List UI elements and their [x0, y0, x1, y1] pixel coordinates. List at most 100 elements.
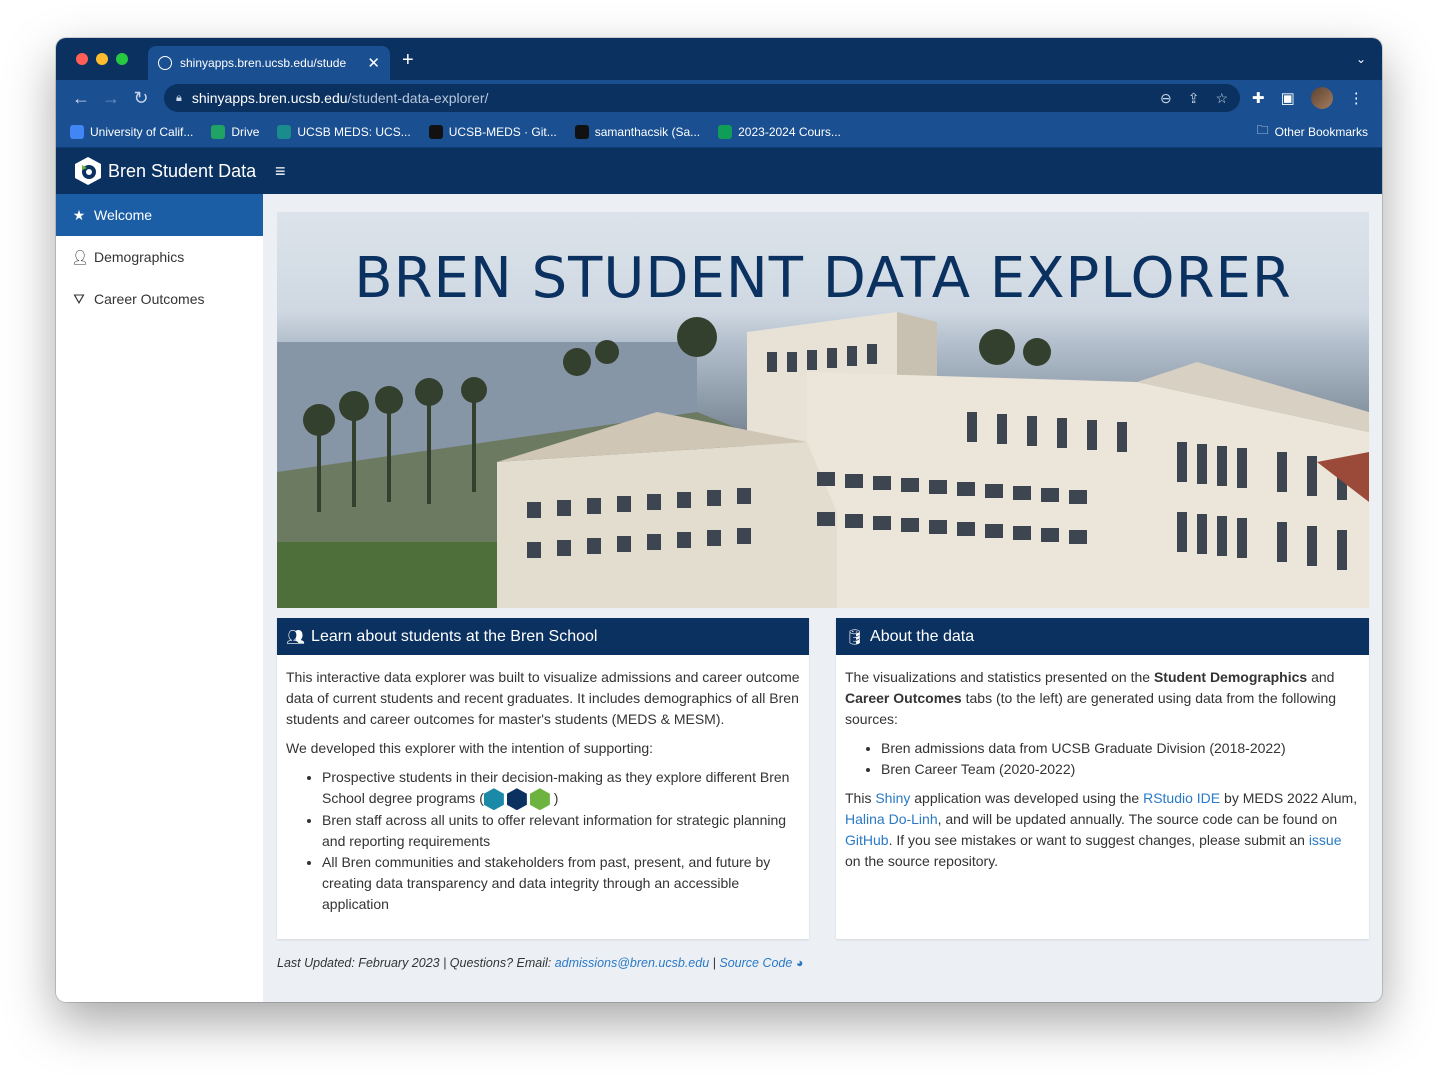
sidebar: ★ Welcome 👤︎ Demographics ⛛ Career Outco…: [56, 194, 263, 1002]
lock-icon: 🔒︎: [176, 91, 182, 104]
footer-separator: |: [709, 956, 720, 971]
bookmark-label: University of Calif...: [90, 124, 194, 139]
sidebar-item-label: Demographics: [94, 249, 185, 265]
bookmark-item[interactable]: samanthacsik (Sa...: [574, 124, 701, 139]
brand-title: Bren Student Data: [108, 160, 257, 181]
box-title: About the data: [870, 627, 975, 645]
bookmark-star-icon[interactable]: ☆: [1215, 90, 1228, 107]
about-data-box: 🛢︎ About the data The visualizations and…: [836, 618, 1369, 940]
new-tab-button[interactable]: +: [402, 50, 414, 70]
list-item: Prospective students in their decision-m…: [322, 767, 800, 811]
maximize-window-button[interactable]: [116, 53, 128, 65]
extensions-icon[interactable]: ✚: [1252, 89, 1265, 107]
app-header: Bren Student Data ≡: [56, 148, 1382, 194]
rstudio-link[interactable]: RStudio IDE: [1143, 790, 1220, 806]
bookmark-label: UCSB MEDS: UCS...: [297, 124, 411, 139]
brand[interactable]: Bren Student Data: [56, 156, 263, 186]
close-window-button[interactable]: [76, 53, 88, 65]
bookmark-label: Drive: [231, 124, 260, 139]
credits-paragraph: This Shiny application was developed usi…: [845, 790, 1358, 869]
other-bookmarks[interactable]: 🗀 Other Bookmarks: [1257, 121, 1368, 142]
footer: Last Updated: February 2023 | Questions?…: [277, 956, 1369, 970]
menu-dots-icon[interactable]: ⋮: [1349, 89, 1364, 107]
sidebar-item-welcome[interactable]: ★ Welcome: [56, 194, 263, 236]
profile-avatar[interactable]: [1310, 87, 1333, 109]
footer-text: Last Updated: February 2023 | Questions?…: [277, 956, 555, 971]
users-icon: 👥︎: [286, 628, 306, 646]
url-path: /student-data-explorer/: [347, 90, 489, 106]
intention-paragraph: We developed this explorer with the inte…: [286, 740, 654, 756]
main-content: BREN STUDENT DATA EXPLORER 👥︎ Learn abou…: [263, 194, 1382, 1002]
list-item: All Bren communities and stakeholders fr…: [322, 852, 800, 915]
hero-banner: BREN STUDENT DATA EXPLORER: [277, 212, 1369, 608]
browser-window: shinyapps.bren.ucsb.edu/stude ✕ + ⌄ ← → …: [56, 38, 1382, 1002]
bookmarks-bar: University of Calif... Drive UCSB MEDS: UC…: [56, 116, 1382, 148]
star-icon: ★: [72, 206, 86, 223]
email-link[interactable]: admissions@bren.ucsb.edu: [555, 956, 709, 970]
data-sources-paragraph: The visualizations and statistics presen…: [845, 669, 1337, 727]
degree-hex-icons: [483, 788, 550, 811]
user-icon: 👤︎: [71, 248, 89, 265]
github-link[interactable]: GitHub: [845, 832, 889, 848]
globe-icon: [158, 56, 172, 70]
sidebar-item-label: Career Outcomes: [94, 291, 205, 307]
bookmark-item[interactable]: Drive: [211, 124, 260, 139]
url-host: shinyapps.bren.ucsb.edu: [191, 90, 348, 106]
chevron-down-icon[interactable]: ⌄: [1356, 52, 1366, 66]
halina-link[interactable]: Halina Do-Linh: [845, 811, 938, 827]
bookmark-favicon-icon: [277, 124, 292, 139]
share-icon[interactable]: ⇪: [1188, 90, 1200, 107]
bookmark-label: UCSB-MEDS · Git...: [448, 124, 557, 139]
bookmark-item[interactable]: University of Calif...: [70, 124, 194, 139]
browser-tab[interactable]: shinyapps.bren.ucsb.edu/stude ✕: [148, 46, 390, 80]
sidebar-toggle-icon[interactable]: ≡: [275, 161, 286, 182]
bookmark-favicon-icon: [70, 124, 84, 139]
minimize-window-button[interactable]: [96, 53, 108, 65]
meds-hex-icon: [483, 788, 504, 811]
bookmark-favicon-icon: [211, 124, 226, 139]
bookmark-label: samanthacsik (Sa...: [594, 124, 701, 139]
github-icon[interactable]: ◕: [796, 956, 804, 970]
tab-bar: shinyapps.bren.ucsb.edu/stude ✕ + ⌄: [56, 38, 1382, 80]
list-item: Bren staff across all units to offer rel…: [322, 810, 800, 852]
list-item: Bren Career Team (2020-2022): [881, 759, 1360, 780]
database-icon: 🛢︎: [845, 628, 865, 646]
folder-icon: 🗀: [1256, 123, 1269, 137]
issue-link[interactable]: issue: [1309, 832, 1342, 848]
address-bar[interactable]: 🔒︎ shinyapps.bren.ucsb.edu/student-data-…: [164, 84, 1240, 112]
sidebar-item-career-outcomes[interactable]: ⛛ Career Outcomes: [56, 278, 263, 320]
sidebar-item-demographics[interactable]: 👤︎ Demographics: [56, 236, 263, 278]
mesm-hex-icon: [506, 788, 527, 811]
reload-icon[interactable]: ↻: [126, 88, 156, 109]
bookmark-favicon-icon: [718, 124, 733, 139]
shiny-link[interactable]: Shiny: [875, 790, 910, 806]
sources-list: Bren admissions data from UCSB Graduate …: [881, 738, 1360, 780]
box-title: Learn about students at the Bren School: [311, 627, 598, 645]
bookmark-item[interactable]: UCSB MEDS: UCS...: [277, 124, 411, 139]
box-header: 👥︎ Learn about students at the Bren Scho…: [277, 618, 809, 655]
bookmark-item[interactable]: UCSB-MEDS · Git...: [428, 124, 557, 139]
bren-logo-icon: [75, 157, 101, 185]
bookmark-item[interactable]: 2023-2024 Cours...: [718, 124, 841, 139]
back-arrow-icon[interactable]: ←: [66, 88, 96, 109]
other-bookmarks-label: Other Bookmarks: [1274, 124, 1368, 139]
bookmark-label: 2023-2024 Cours...: [738, 124, 841, 139]
list-item: Bren admissions data from UCSB Graduate …: [881, 738, 1360, 759]
learn-about-students-box: 👥︎ Learn about students at the Bren Scho…: [277, 618, 809, 940]
source-code-link[interactable]: Source Code: [719, 956, 792, 970]
sidebar-item-label: Welcome: [94, 207, 153, 223]
phd-hex-icon: [529, 788, 550, 811]
road-icon: ⛛: [73, 290, 85, 307]
zoom-icon[interactable]: ⊖: [1160, 90, 1172, 107]
forward-arrow-icon[interactable]: →: [96, 88, 126, 109]
tab-title: shinyapps.bren.ucsb.edu/stude: [180, 56, 347, 70]
bookmark-favicon-icon: [428, 124, 443, 139]
support-list: Prospective students in their decision-m…: [322, 767, 800, 915]
hero-title: BREN STUDENT DATA EXPLORER: [354, 246, 1292, 311]
browser-toolbar: ← → ↻ 🔒︎ shinyapps.bren.ucsb.edu/student…: [56, 80, 1382, 116]
close-tab-icon[interactable]: ✕: [367, 54, 380, 72]
box-header: 🛢︎ About the data: [836, 618, 1369, 655]
intro-paragraph: This interactive data explorer was built…: [286, 669, 800, 727]
list-item-text-end: ): [553, 790, 559, 806]
sidepanel-icon[interactable]: ▣: [1281, 89, 1295, 107]
